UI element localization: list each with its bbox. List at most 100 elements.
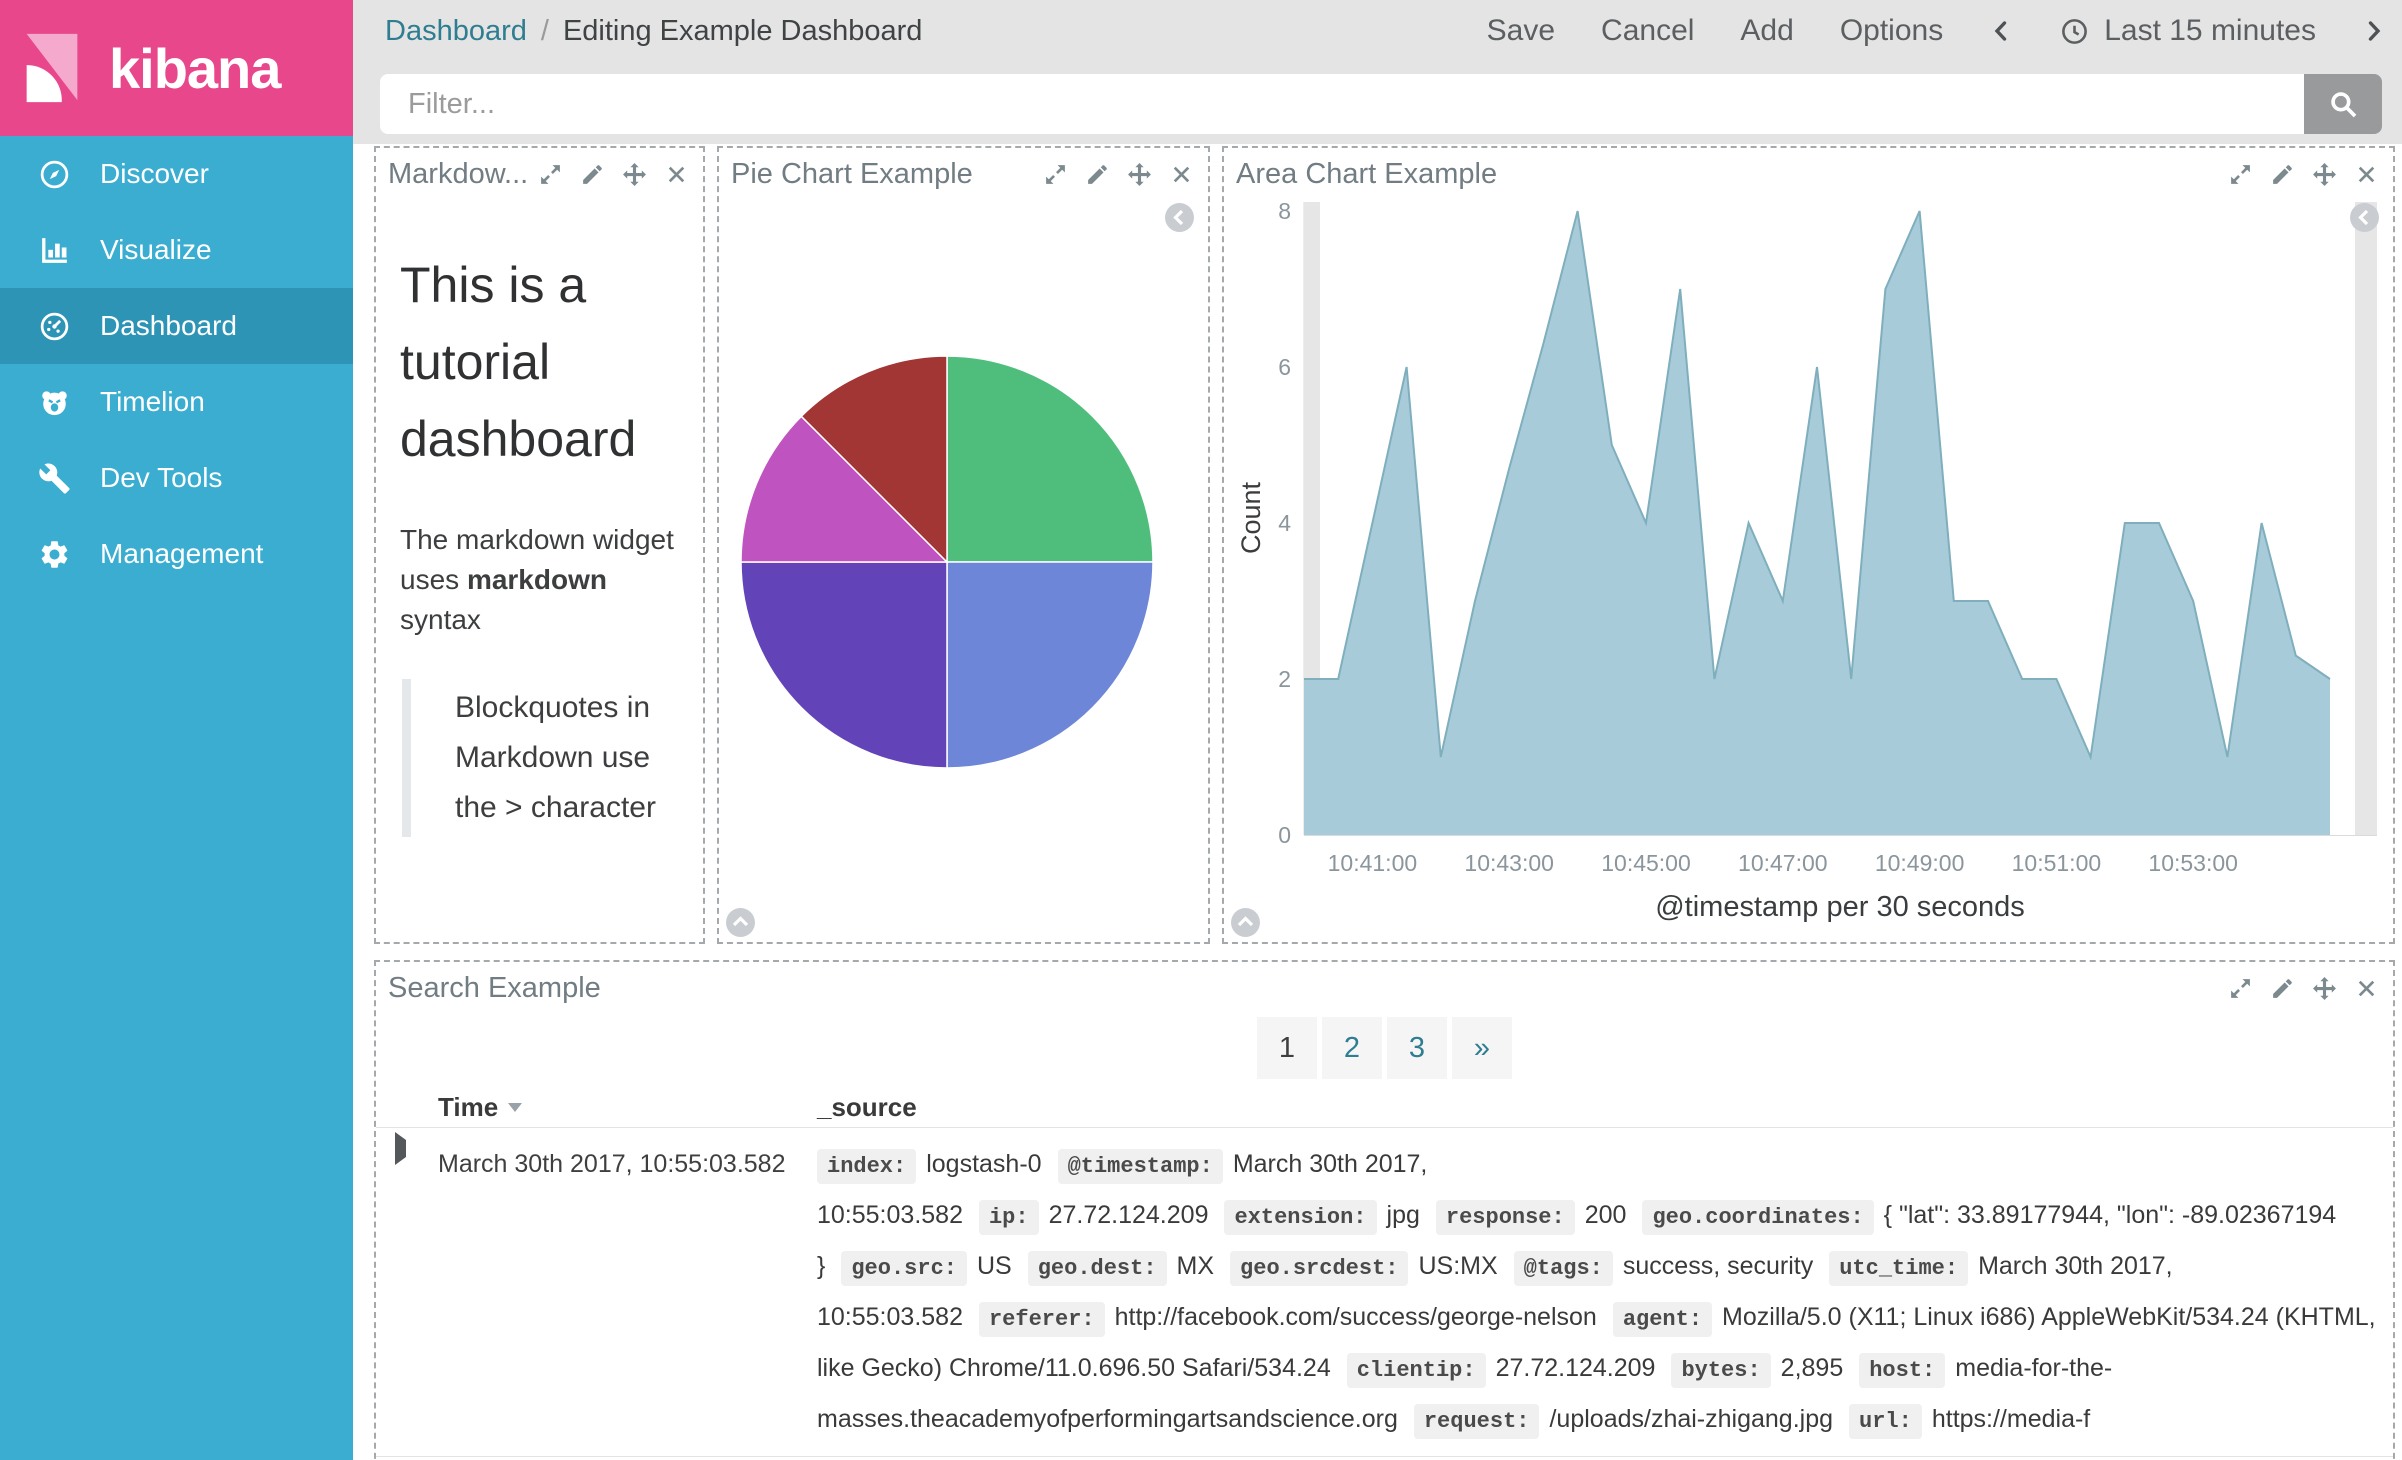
kibana-logo-text: kibana	[109, 36, 280, 101]
search-button[interactable]	[2304, 74, 2382, 134]
y-axis-tick-label: 8	[1278, 198, 1291, 224]
source-field-name: index:	[817, 1149, 916, 1184]
y-axis-title: Count	[1236, 481, 1266, 554]
table-row: March 30th 2017, 10:55:03.582 index: logs…	[376, 1128, 2393, 1457]
edit-icon[interactable]	[580, 162, 605, 187]
sidebar-item-dev-tools[interactable]: Dev Tools	[0, 440, 353, 516]
sidebar-item-label: Visualize	[100, 234, 212, 266]
kibana-logo[interactable]: kibana	[0, 0, 353, 136]
toolbar-actions: Save Cancel Add Options Last 15 minutes	[1487, 0, 2386, 62]
sidebar-item-dashboard[interactable]: Dashboard	[0, 288, 353, 364]
wrench-icon	[38, 462, 71, 495]
y-axis-tick-label: 4	[1278, 510, 1291, 536]
page-button-2[interactable]: 2	[1322, 1017, 1382, 1079]
area-series[interactable]	[1304, 211, 2330, 835]
clock-icon	[2059, 16, 2090, 47]
source-field-name: @tags:	[1514, 1251, 1613, 1286]
column-header-time[interactable]: Time	[438, 1092, 817, 1123]
sidebar-item-label: Discover	[100, 158, 209, 190]
breadcrumb-current: Editing Example Dashboard	[563, 15, 922, 48]
source-field-name: host:	[1859, 1353, 1945, 1388]
time-forward-chevron-icon[interactable]	[2362, 16, 2386, 46]
edit-icon[interactable]	[2270, 976, 2295, 1001]
sidebar-item-management[interactable]: Management	[0, 516, 353, 592]
move-icon[interactable]	[622, 162, 647, 187]
sort-caret-icon	[508, 1103, 522, 1112]
markdown-paragraph: The markdown widget uses markdown syntax	[400, 520, 679, 639]
y-axis-tick-label: 0	[1278, 822, 1291, 848]
close-icon[interactable]	[2354, 976, 2379, 1001]
legend-toggle-icon[interactable]	[1164, 202, 1195, 233]
close-icon[interactable]	[664, 162, 689, 187]
panel-pie-chart: Pie Chart Example	[717, 146, 1210, 944]
page-button-1[interactable]: 1	[1257, 1017, 1317, 1079]
top-bar: Dashboard / Editing Example Dashboard Sa…	[353, 0, 2402, 144]
expand-icon[interactable]	[538, 162, 563, 187]
pie-slice[interactable]	[947, 562, 1153, 768]
sidebar-item-timelion[interactable]: Timelion	[0, 364, 353, 440]
source-field-name: referer:	[979, 1302, 1105, 1337]
x-axis-tick-label: 10:45:00	[1601, 850, 1691, 876]
gear-icon	[38, 538, 71, 571]
sidebar-item-label: Timelion	[100, 386, 205, 418]
options-button[interactable]: Options	[1840, 14, 1943, 48]
row-time: March 30th 2017, 10:55:03.582	[438, 1140, 817, 1188]
source-field-name: ip:	[979, 1200, 1039, 1235]
panel-toolbar	[2228, 976, 2379, 1001]
page-button-3[interactable]: 3	[1387, 1017, 1447, 1079]
x-axis-tick-label: 10:53:00	[2148, 850, 2238, 876]
sidebar-nav: Discover Visualize Dashboard Timelion De…	[0, 136, 353, 592]
panel-toolbar	[538, 162, 689, 187]
sidebar-item-visualize[interactable]: Visualize	[0, 212, 353, 288]
cancel-button[interactable]: Cancel	[1601, 14, 1694, 48]
panel-header: Search Example	[376, 962, 2393, 1005]
search-icon	[2326, 87, 2360, 121]
breadcrumb: Dashboard / Editing Example Dashboard	[385, 0, 922, 62]
gauge-icon	[38, 310, 71, 343]
expand-row-caret-icon[interactable]	[395, 1132, 406, 1165]
move-icon[interactable]	[2312, 976, 2337, 1001]
source-field-name: bytes:	[1671, 1353, 1770, 1388]
breadcrumb-dashboard-link[interactable]: Dashboard	[385, 15, 527, 48]
partial-bucket-endzone	[2355, 202, 2377, 835]
time-back-chevron-icon[interactable]	[1989, 16, 2013, 46]
x-axis-title: @timestamp per 30 seconds	[1655, 891, 2025, 923]
panel-header: Markdow...	[376, 148, 703, 191]
spy-panel-toggle-icon[interactable]	[1230, 907, 1261, 938]
legend-toggle-icon[interactable]	[2349, 202, 2380, 233]
expand-icon[interactable]	[2228, 976, 2253, 1001]
y-axis-tick-label: 2	[1278, 666, 1291, 692]
sidebar-item-label: Dev Tools	[100, 462, 222, 494]
save-button[interactable]: Save	[1487, 14, 1555, 48]
y-axis-tick-label: 6	[1278, 354, 1291, 380]
source-field-value: 27.72.124.209	[1496, 1354, 1656, 1382]
breadcrumb-separator: /	[541, 15, 549, 48]
source-field-value: logstash-0	[926, 1150, 1041, 1178]
panel-title: Markdow...	[388, 158, 526, 191]
sidebar-item-discover[interactable]: Discover	[0, 136, 353, 212]
pie-slice[interactable]	[947, 356, 1153, 562]
source-field-value: http://facebook.com/success/george-nelso…	[1115, 1303, 1597, 1331]
page-button-next[interactable]: »	[1452, 1017, 1512, 1079]
source-field-name: extension:	[1224, 1200, 1376, 1235]
x-axis-tick-label: 10:47:00	[1738, 850, 1828, 876]
x-axis-tick-label: 10:43:00	[1464, 850, 1554, 876]
source-field-value: 200	[1585, 1201, 1627, 1229]
filter-input[interactable]	[380, 74, 2304, 134]
source-field-name: agent:	[1613, 1302, 1712, 1337]
add-button[interactable]: Add	[1740, 14, 1793, 48]
x-axis-tick-label: 10:49:00	[1875, 850, 1965, 876]
time-picker-button[interactable]: Last 15 minutes	[2059, 14, 2316, 48]
spy-panel-toggle-icon[interactable]	[725, 907, 756, 938]
column-header-source: _source	[817, 1092, 2377, 1123]
markdown-body: This is a tutorial dashboard The markdow…	[376, 247, 703, 837]
pie-chart	[719, 148, 1208, 908]
bar-chart-icon	[38, 234, 71, 267]
x-axis-tick-label: 10:41:00	[1328, 850, 1418, 876]
kibana-app: kibana Discover Visualize Dashboard Time…	[0, 0, 2402, 1460]
source-field-name: geo.coordinates:	[1642, 1200, 1873, 1235]
pie-slice[interactable]	[741, 562, 947, 768]
source-field-value: jpg	[1387, 1201, 1420, 1229]
panel-search: Search Example 1 2 3 » Time	[374, 960, 2395, 1460]
markdown-blockquote: Blockquotes in Markdown use the > charac…	[402, 679, 679, 836]
